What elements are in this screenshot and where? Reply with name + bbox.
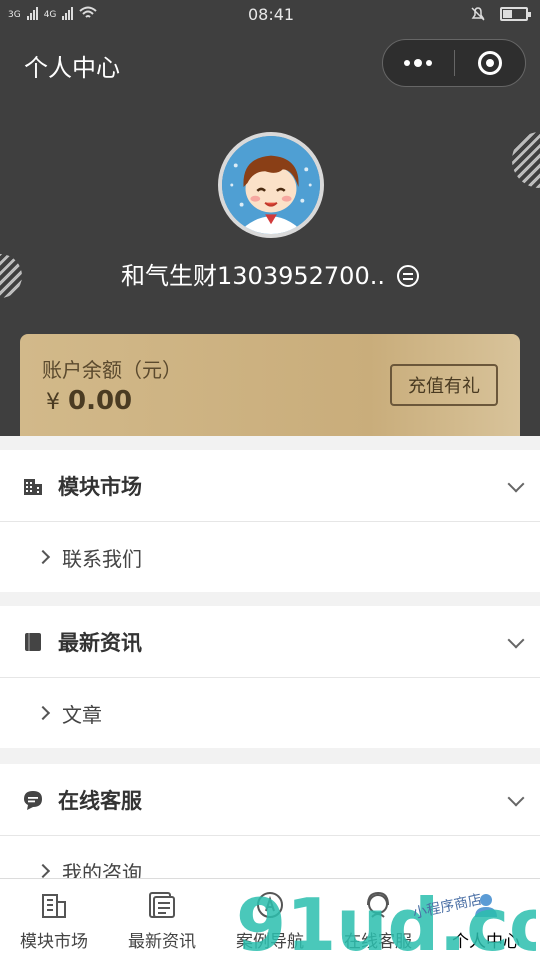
list-item-label: 我的咨询 xyxy=(62,860,142,879)
list-item-label: 联系我们 xyxy=(62,546,142,571)
decorative-striped-circle xyxy=(512,132,540,188)
tab-latest-news[interactable]: 最新资讯 xyxy=(108,879,216,960)
building-icon xyxy=(24,478,42,495)
tab-label: 最新资讯 xyxy=(128,932,196,952)
username: 和气生财1303952700.. xyxy=(121,262,385,290)
battery-icon xyxy=(500,7,531,21)
signal-icon xyxy=(26,7,38,20)
building-icon xyxy=(42,894,66,918)
wifi-icon xyxy=(79,6,98,18)
section-module-market: 模块市场 联系我们 xyxy=(0,450,540,592)
chevron-down-icon xyxy=(507,789,525,807)
target-close-icon[interactable] xyxy=(455,40,526,86)
username-row: 和气生财1303952700.. xyxy=(0,256,540,291)
tab-label: 案例导航 xyxy=(236,932,304,952)
list-item-label: 文章 xyxy=(62,702,102,727)
page-title: 个人中心 xyxy=(24,54,120,82)
cartoon-boy-avatar xyxy=(222,136,320,234)
chevron-right-icon xyxy=(35,549,51,565)
signal-indicators: 3G 4G xyxy=(8,6,98,20)
tab-online-service[interactable]: 在线客服 xyxy=(324,879,432,960)
bottom-tab-bar: 模块市场 最新资讯 案例导航 在线客服 个人中心 xyxy=(0,878,540,960)
tab-module-market[interactable]: 模块市场 xyxy=(0,879,108,960)
user-icon xyxy=(475,894,497,917)
section-header[interactable]: 模块市场 xyxy=(0,450,540,522)
section-latest-news: 最新资讯 文章 xyxy=(0,606,540,748)
bell-muted-icon xyxy=(471,7,485,21)
chevron-down-icon xyxy=(507,631,525,649)
section-header[interactable]: 在线客服 xyxy=(0,764,540,836)
tab-case-navigation[interactable]: 案例导航 xyxy=(216,879,324,960)
balance-card: 账户余额（元） ¥0.00 充值有礼 xyxy=(20,334,520,436)
mini-program-capsule xyxy=(382,39,526,87)
clock: 08:41 xyxy=(248,5,295,24)
recharge-button[interactable]: 充值有礼 xyxy=(390,364,498,406)
chevron-right-icon xyxy=(35,705,51,721)
signal-icon xyxy=(62,7,74,20)
news-icon xyxy=(149,892,175,918)
compass-icon xyxy=(257,892,283,918)
more-dots-icon[interactable] xyxy=(383,40,454,86)
section-title: 最新资讯 xyxy=(58,630,142,655)
status-bar: 3G 4G 08:41 xyxy=(0,0,540,30)
profile-header: 3G 4G 08:41 个人中心 和气生财1303952700.. 账户余额（元… xyxy=(0,0,540,436)
list-item-contact-us[interactable]: 联系我们 xyxy=(0,522,540,592)
balance-label: 账户余额（元） xyxy=(42,358,182,382)
chat-bubble-icon xyxy=(24,790,42,810)
section-header[interactable]: 最新资讯 xyxy=(0,606,540,678)
tab-label: 模块市场 xyxy=(20,932,88,952)
network-1-label: 3G xyxy=(8,10,21,20)
balance-value: 0.00 xyxy=(68,386,133,416)
currency-symbol: ¥ xyxy=(46,390,60,415)
headset-icon xyxy=(367,891,389,918)
tab-label: 在线客服 xyxy=(344,932,412,952)
chevron-right-icon xyxy=(35,863,51,878)
section-title: 在线客服 xyxy=(58,788,142,813)
network-2-label: 4G xyxy=(43,10,57,20)
battery-level xyxy=(503,10,512,18)
chevron-down-icon xyxy=(507,475,525,493)
switch-account-icon[interactable] xyxy=(396,265,419,287)
list-item-my-inquiries[interactable]: 我的咨询 xyxy=(0,836,540,878)
avatar[interactable] xyxy=(218,132,324,238)
list-item-articles[interactable]: 文章 xyxy=(0,678,540,748)
status-right xyxy=(470,6,531,22)
section-title: 模块市场 xyxy=(58,474,142,499)
balance-amount: ¥0.00 xyxy=(46,386,132,416)
book-icon xyxy=(25,632,41,651)
tab-label: 个人中心 xyxy=(452,932,520,952)
tab-personal-center[interactable]: 个人中心 xyxy=(432,879,540,960)
section-online-service: 在线客服 我的咨询 xyxy=(0,764,540,878)
